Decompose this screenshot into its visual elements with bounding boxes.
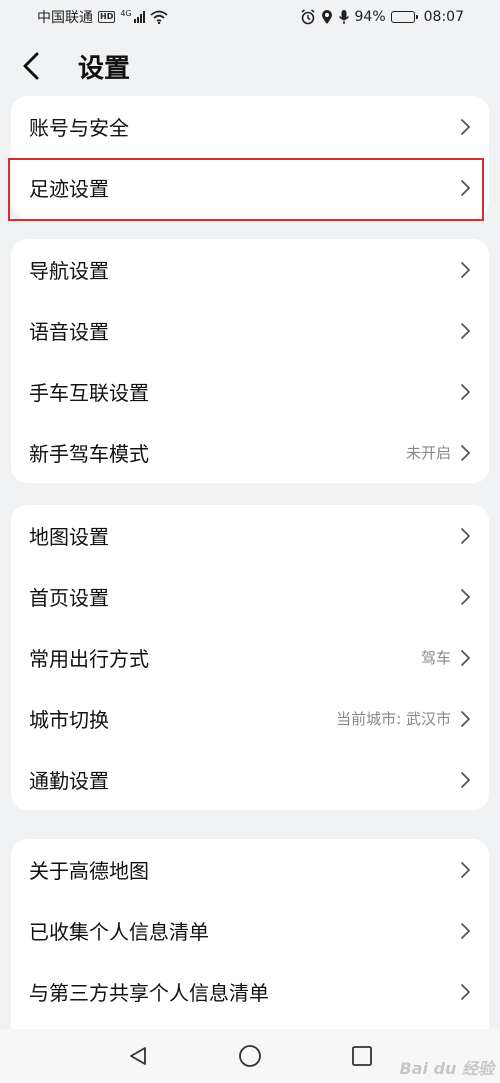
- settings-item-homepage[interactable]: 首页设置: [11, 566, 489, 627]
- chevron-right-icon: [461, 771, 470, 788]
- signal-icon: [133, 11, 145, 23]
- settings-item-label: 与第三方共享个人信息清单: [29, 981, 269, 1005]
- chevron-right-icon: [461, 444, 470, 461]
- chevron-right-icon: [461, 649, 470, 666]
- network-type: 4G: [120, 8, 132, 18]
- status-bar: 中国联通 HD 4G 94% 08:07: [0, 0, 500, 34]
- settings-item-value: 当前城市: 武汉市: [336, 710, 451, 728]
- settings-item-label: 首页设置: [29, 586, 109, 610]
- back-button[interactable]: [22, 40, 72, 92]
- settings-group-navigation: 导航设置 语音设置 手车互联设置 新手驾车模式 未开启: [11, 239, 489, 483]
- settings-item-label: 城市切换: [29, 708, 109, 732]
- settings-item-commute[interactable]: 通勤设置: [11, 749, 489, 810]
- settings-item-navigation[interactable]: 导航设置: [11, 239, 489, 300]
- location-icon: [321, 10, 332, 24]
- settings-item-city-switch[interactable]: 城市切换 当前城市: 武汉市: [11, 688, 489, 749]
- chevron-right-icon: [461, 922, 470, 939]
- settings-item-label: 足迹设置: [29, 177, 109, 201]
- settings-item-label: 导航设置: [29, 259, 109, 283]
- nav-back-button[interactable]: [123, 1041, 153, 1071]
- chevron-right-icon: [461, 261, 470, 278]
- battery-icon: [390, 11, 418, 23]
- chevron-left-icon: [23, 52, 39, 80]
- alarm-icon: [301, 9, 315, 25]
- settings-item-label: 账号与安全: [29, 116, 129, 140]
- microphone-icon: [338, 10, 349, 24]
- settings-item-label: 常用出行方式: [29, 647, 149, 671]
- settings-item-collected-info[interactable]: 已收集个人信息清单: [11, 900, 489, 961]
- settings-item-label: 语音设置: [29, 320, 109, 344]
- settings-item-value: 未开启: [405, 444, 451, 462]
- wifi-icon: [150, 10, 168, 24]
- settings-item-car-connect[interactable]: 手车互联设置: [11, 361, 489, 422]
- settings-item-value: 驾车: [420, 649, 451, 667]
- nav-home-button[interactable]: [235, 1041, 265, 1071]
- square-recents-icon: [352, 1046, 372, 1066]
- status-right: 94% 08:07: [300, 9, 464, 25]
- chevron-right-icon: [461, 983, 470, 1000]
- battery-percent: 94%: [354, 9, 386, 25]
- settings-item-label: 手车互联设置: [29, 381, 149, 405]
- settings-item-label: 已收集个人信息清单: [29, 920, 209, 944]
- settings-item-shared-info[interactable]: 与第三方共享个人信息清单: [11, 961, 489, 1022]
- clock: 08:07: [423, 9, 464, 25]
- watermark: Bai du 经验: [399, 1059, 494, 1078]
- settings-item-map[interactable]: 地图设置: [11, 505, 489, 566]
- settings-group-map: 地图设置 首页设置 常用出行方式 驾车 城市切换 当前城市: 武汉市 通勤设置: [11, 505, 489, 810]
- settings-item-label: 新手驾车模式: [29, 442, 149, 466]
- settings-item-voice[interactable]: 语音设置: [11, 300, 489, 361]
- settings-item-label: 地图设置: [29, 525, 109, 549]
- page-title: 设置: [78, 53, 131, 84]
- chevron-right-icon: [461, 527, 470, 544]
- settings-group-account: 账号与安全 足迹设置: [11, 96, 489, 218]
- chevron-right-icon: [461, 383, 470, 400]
- settings-item-novice-driving[interactable]: 新手驾车模式 未开启: [11, 422, 489, 483]
- settings-group-about: 关于高德地图 已收集个人信息清单 与第三方共享个人信息清单: [11, 839, 489, 1029]
- chevron-right-icon: [461, 179, 470, 196]
- triangle-back-icon: [130, 1047, 146, 1065]
- settings-item-travel-mode[interactable]: 常用出行方式 驾车: [11, 627, 489, 688]
- circle-home-icon: [239, 1045, 261, 1067]
- settings-item-label: 关于高德地图: [29, 859, 149, 883]
- settings-item-about[interactable]: 关于高德地图: [11, 839, 489, 900]
- status-left: 中国联通 HD 4G: [37, 7, 168, 27]
- hd-badge: HD: [98, 11, 116, 23]
- chevron-right-icon: [461, 588, 470, 605]
- settings-item-account-security[interactable]: 账号与安全: [11, 96, 489, 157]
- chevron-right-icon: [461, 322, 470, 339]
- nav-recents-button[interactable]: [347, 1041, 377, 1071]
- chevron-right-icon: [461, 861, 470, 878]
- settings-item-label: 通勤设置: [29, 769, 109, 793]
- header: 设置: [0, 40, 500, 92]
- settings-item-footprint[interactable]: 足迹设置: [11, 157, 489, 218]
- chevron-right-icon: [461, 118, 470, 135]
- carrier-name: 中国联通: [37, 10, 93, 26]
- chevron-right-icon: [461, 710, 470, 727]
